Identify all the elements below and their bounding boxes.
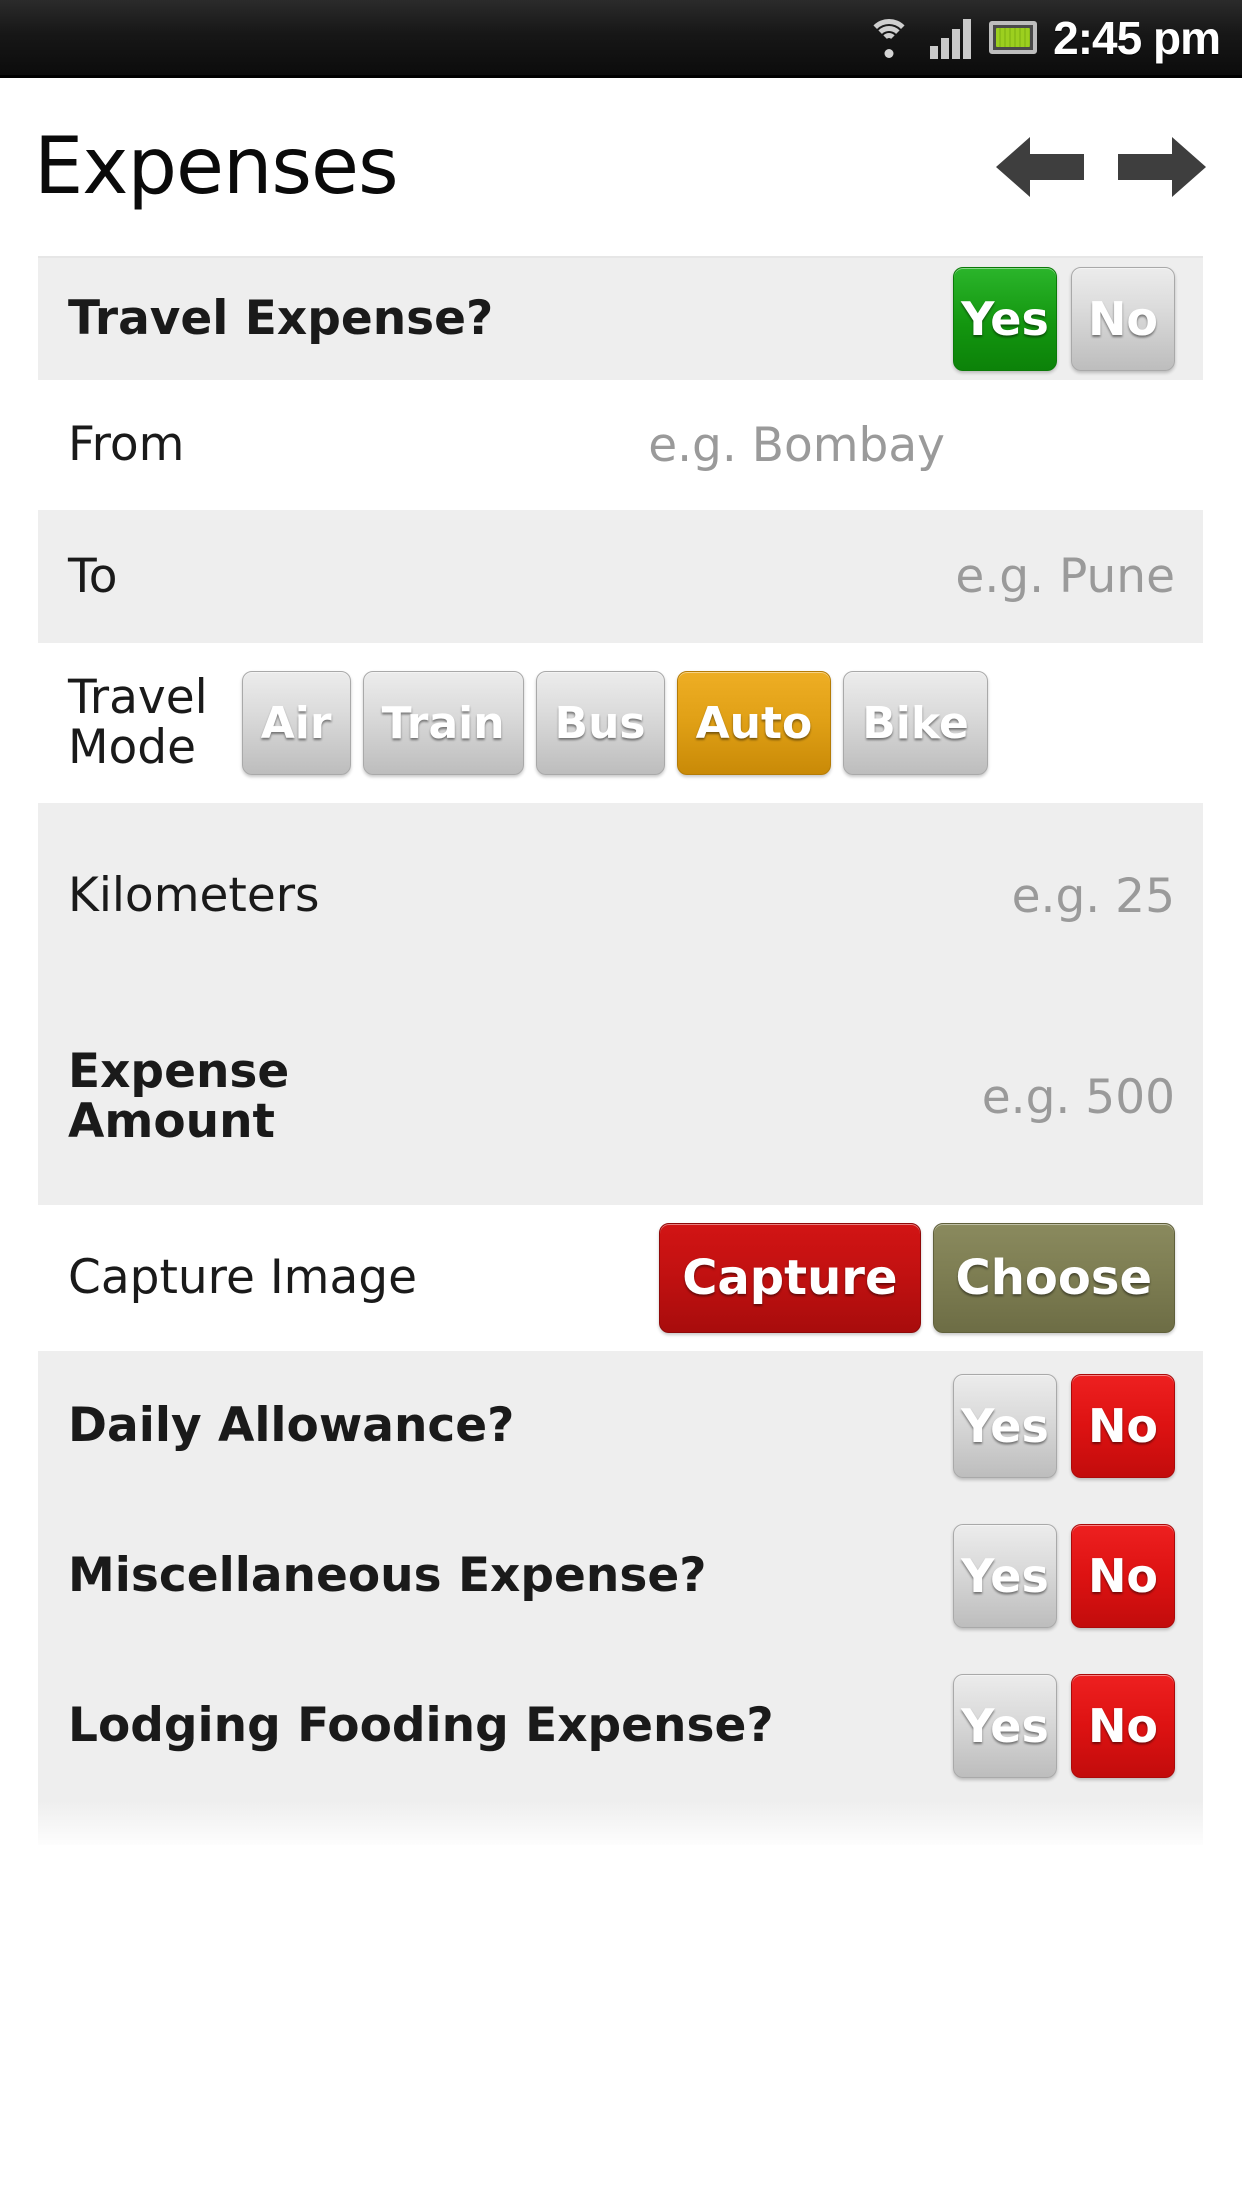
capture-image-buttons: Capture Choose (659, 1223, 1175, 1333)
row-misc-expense[interactable]: Miscellaneous Expense? Yes No (38, 1501, 1203, 1651)
travel-expense-yes-button[interactable]: Yes (953, 267, 1057, 371)
expense-amount-label: Expense Amount (68, 1047, 289, 1147)
kilometers-label: Kilometers (68, 868, 320, 924)
row-daily-allowance[interactable]: Daily Allowance? Yes No (38, 1351, 1203, 1501)
travel-mode-train-button[interactable]: Train (362, 671, 524, 775)
row-lodging-fooding[interactable]: Lodging Fooding Expense? Yes No (38, 1651, 1203, 1801)
questions-group: Daily Allowance? Yes No Miscellaneous Ex… (38, 1351, 1203, 1845)
daily-allowance-yes-button[interactable]: Yes (953, 1374, 1057, 1478)
capture-image-group: Capture Image Capture Choose (38, 1205, 1203, 1351)
travel-mode-options: Air Train Bus Auto Bike (241, 671, 988, 775)
amounts-group: Kilometers e.g. 25 Expense Amount e.g. 5… (38, 803, 1203, 1205)
from-group: From e.g. Bombay (38, 380, 1203, 510)
choose-button[interactable]: Choose (932, 1223, 1175, 1333)
kilometers-input[interactable]: e.g. 25 (1012, 869, 1175, 924)
forward-arrow-icon[interactable] (1116, 134, 1208, 200)
status-bar: 2:45 pm (0, 0, 1242, 78)
expense-amount-label-line2: Amount (68, 1094, 276, 1149)
lodging-fooding-toggle: Yes No (953, 1674, 1175, 1778)
travel-mode-label-line2: Mode (68, 720, 197, 775)
travel-expense-label: Travel Expense? (68, 291, 494, 347)
travel-mode-group: Travel Mode Air Train Bus Auto Bike (38, 643, 1203, 803)
travel-mode-label: Travel Mode (68, 673, 208, 773)
from-label: From (68, 417, 185, 473)
travel-expense-no-button[interactable]: No (1071, 267, 1175, 371)
lodging-fooding-label: Lodging Fooding Expense? (68, 1698, 774, 1754)
row-to[interactable]: To e.g. Pune (38, 510, 1203, 643)
wifi-icon (866, 17, 912, 59)
row-travel-mode: Travel Mode Air Train Bus Auto Bike (38, 643, 1203, 803)
travel-mode-label-line1: Travel (68, 670, 208, 726)
travel-expense-toggle: Yes No (953, 267, 1175, 371)
travel-mode-auto-button[interactable]: Auto (676, 671, 832, 775)
row-expense-amount[interactable]: Expense Amount e.g. 500 (38, 989, 1203, 1205)
page-title: Expenses (34, 122, 399, 212)
to-group: To e.g. Pune (38, 510, 1203, 643)
status-icons (866, 17, 1038, 59)
misc-expense-toggle: Yes No (953, 1524, 1175, 1628)
expense-form-list: Travel Expense? Yes No From e.g. Bombay … (38, 256, 1203, 1845)
daily-allowance-no-button[interactable]: No (1071, 1374, 1175, 1478)
travel-mode-bus-button[interactable]: Bus (535, 671, 665, 775)
row-travel-expense[interactable]: Travel Expense? Yes No (38, 258, 1203, 380)
expense-amount-input[interactable]: e.g. 500 (982, 1070, 1175, 1125)
daily-allowance-label: Daily Allowance? (68, 1398, 515, 1454)
misc-expense-yes-button[interactable]: Yes (953, 1524, 1057, 1628)
travel-mode-air-button[interactable]: Air (241, 671, 351, 775)
to-input[interactable]: e.g. Pune (955, 549, 1175, 604)
lodging-fooding-no-button[interactable]: No (1071, 1674, 1175, 1778)
capture-image-label: Capture Image (68, 1250, 418, 1306)
row-kilometers[interactable]: Kilometers e.g. 25 (38, 803, 1203, 989)
back-arrow-icon[interactable] (994, 134, 1086, 200)
status-bar-clock: 2:45 pm (1053, 11, 1221, 64)
capture-button[interactable]: Capture (659, 1223, 921, 1333)
lodging-fooding-yes-button[interactable]: Yes (953, 1674, 1057, 1778)
misc-expense-no-button[interactable]: No (1071, 1524, 1175, 1628)
row-capture-image: Capture Image Capture Choose (38, 1205, 1203, 1351)
to-label: To (68, 548, 118, 604)
misc-expense-label: Miscellaneous Expense? (68, 1548, 707, 1604)
daily-allowance-toggle: Yes No (953, 1374, 1175, 1478)
row-from[interactable]: From e.g. Bombay (38, 380, 1203, 510)
expense-amount-label-line1: Expense (68, 1044, 290, 1100)
travel-expense-group: Travel Expense? Yes No (38, 258, 1203, 380)
nav-buttons (994, 134, 1208, 200)
list-bottom-edge (38, 1801, 1203, 1845)
travel-mode-bike-button[interactable]: Bike (843, 671, 988, 775)
from-input[interactable]: e.g. Bombay (648, 418, 945, 473)
signal-icon (930, 17, 972, 59)
title-bar: Expenses (0, 78, 1242, 256)
battery-icon (989, 21, 1038, 54)
